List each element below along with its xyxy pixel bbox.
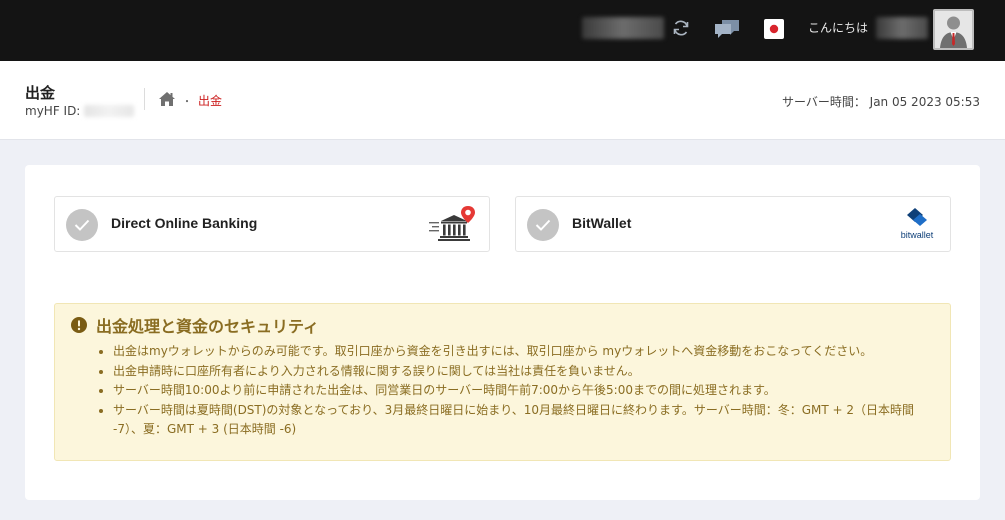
withdrawal-panel: Direct Online Banking BitWallet bitwalle… bbox=[25, 165, 980, 500]
breadcrumb-separator: ・ bbox=[182, 97, 192, 108]
notice-item: サーバー時間は夏時間(DST)の対象となっており、3月最終日曜日に始まり、10月… bbox=[97, 401, 942, 440]
chat-icon[interactable] bbox=[713, 17, 741, 41]
breadcrumb: ・ 出金 bbox=[158, 91, 222, 110]
greeting-text: こんにちは bbox=[808, 21, 869, 35]
warning-icon bbox=[71, 317, 87, 333]
bank-location-icon bbox=[427, 205, 479, 247]
notice-item: サーバー時間10:00より前に申請された出金は、同営業日のサーバー時間午前7:0… bbox=[97, 381, 942, 401]
account-balance-redacted bbox=[582, 17, 664, 39]
bitwallet-logo: bitwallet bbox=[895, 206, 939, 240]
notice-item: 出金はmyウォレットからのみ可能です。取引口座から資金を引き出すには、取引口座か… bbox=[97, 342, 942, 362]
username-redacted bbox=[876, 17, 928, 39]
breadcrumb-current: 出金 bbox=[198, 94, 223, 108]
method-label: Direct Online Banking bbox=[111, 215, 258, 231]
security-notice: 出金処理と資金のセキュリティ 出金はmyウォレットからのみ可能です。取引口座から… bbox=[54, 303, 951, 461]
method-label: BitWallet bbox=[572, 215, 632, 231]
japan-flag-icon[interactable] bbox=[764, 19, 784, 39]
home-icon[interactable] bbox=[158, 91, 176, 110]
notice-list: 出金はmyウォレットからのみ可能です。取引口座から資金を引き出すには、取引口座か… bbox=[97, 342, 942, 440]
header-divider bbox=[144, 88, 145, 110]
myhf-id-label: myHF ID: bbox=[25, 104, 81, 118]
top-navbar: こんにちは bbox=[0, 0, 1005, 61]
check-icon bbox=[66, 209, 98, 241]
myhf-id: myHF ID: bbox=[25, 104, 135, 118]
user-avatar[interactable] bbox=[933, 9, 974, 50]
method-card-direct-online-banking[interactable]: Direct Online Banking bbox=[54, 196, 490, 252]
page-title: 出金 bbox=[25, 84, 56, 102]
notice-title: 出金処理と資金のセキュリティ bbox=[71, 313, 319, 337]
server-time: サーバー時間： Jan 05 2023 05:53 bbox=[782, 93, 980, 110]
notice-item: 出金申請時に口座所有者により入力される情報に関する誤りに関しては当社は責任を負い… bbox=[97, 362, 942, 382]
bitwallet-logo-text: bitwallet bbox=[900, 230, 934, 240]
notice-title-text: 出金処理と資金のセキュリティ bbox=[96, 317, 320, 336]
server-time-value: Jan 05 2023 05:53 bbox=[869, 95, 980, 109]
page-header: 出金 myHF ID: ・ 出金 サーバー時間： Jan 05 2023 05:… bbox=[0, 61, 1005, 140]
server-time-label: サーバー時間： bbox=[781, 95, 866, 109]
myhf-id-value-redacted bbox=[84, 105, 135, 117]
check-icon bbox=[527, 209, 559, 241]
refresh-icon[interactable] bbox=[670, 17, 692, 39]
method-card-bitwallet[interactable]: BitWallet bitwallet bbox=[515, 196, 951, 252]
